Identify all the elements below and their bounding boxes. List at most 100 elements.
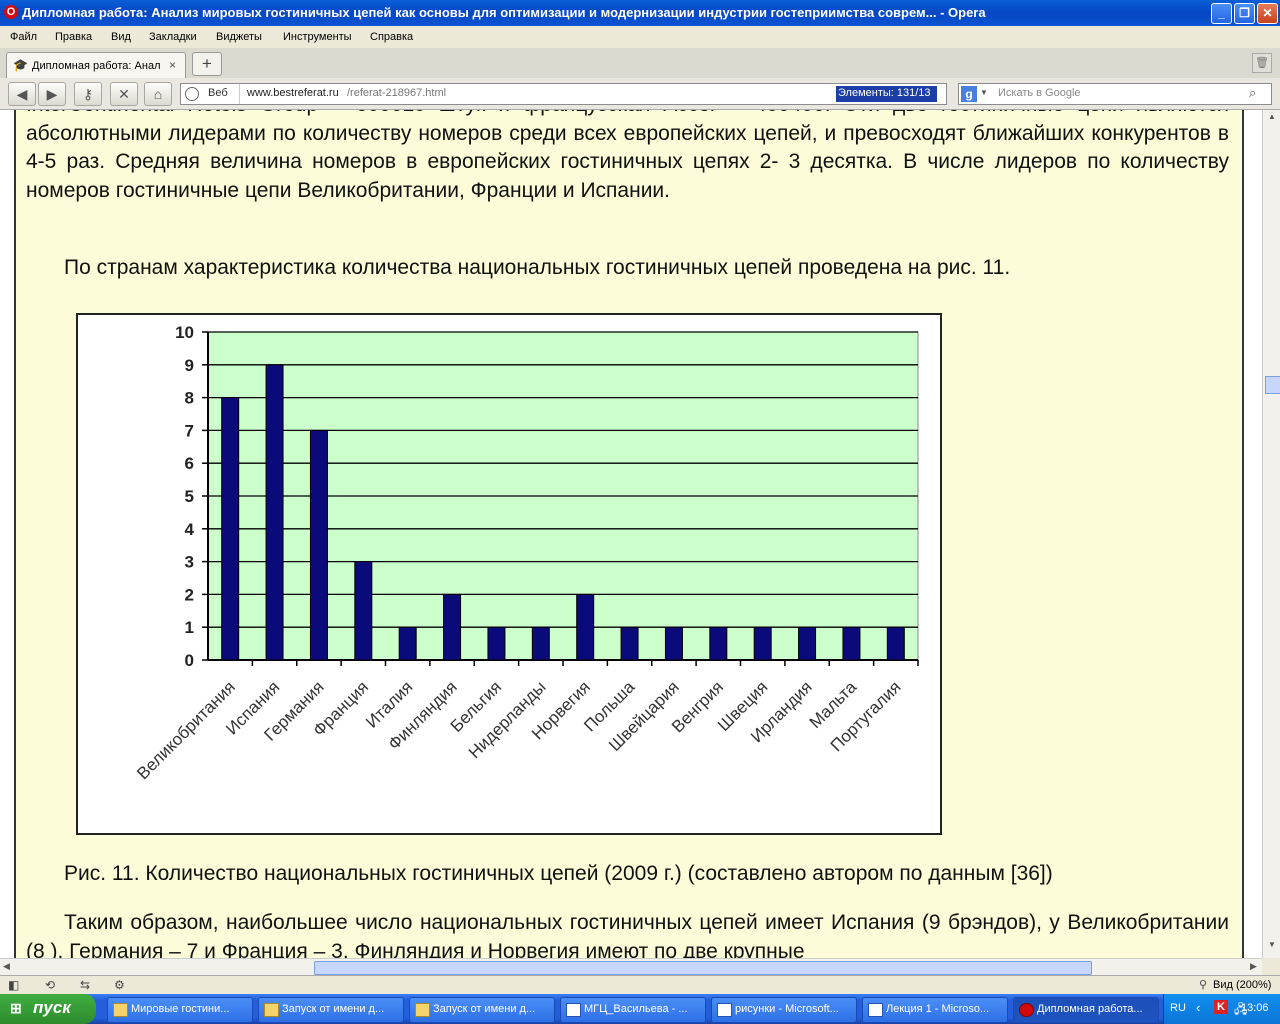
menu-tools[interactable]: Инструменты bbox=[283, 31, 352, 43]
menu-file[interactable]: Файл bbox=[10, 31, 37, 43]
google-icon[interactable]: g bbox=[961, 86, 977, 102]
minimize-button[interactable]: _ bbox=[1211, 3, 1232, 24]
menu-help[interactable]: Справка bbox=[370, 31, 413, 43]
start-button[interactable]: ⊞ пуск bbox=[0, 994, 96, 1024]
tab-bar: 🎓 Дипломная работа: Анал × + 🗑 bbox=[0, 48, 1280, 79]
vertical-scrollbar[interactable]: ▲ ▼ bbox=[1262, 110, 1280, 958]
scroll-left-icon[interactable]: ◀ bbox=[3, 961, 10, 972]
bar bbox=[443, 593, 462, 661]
title-bar: O Дипломная работа: Анализ мировых гости… bbox=[0, 0, 1280, 26]
url-field[interactable]: Веб www.bestreferat.ru /referat-218967.h… bbox=[180, 83, 947, 105]
bar bbox=[221, 397, 240, 661]
search-field[interactable]: g ▼ Искать в Google ⌕ bbox=[958, 83, 1272, 105]
tab-close-icon[interactable]: × bbox=[169, 58, 176, 72]
bar bbox=[886, 626, 905, 661]
maximize-button[interactable]: ❐ bbox=[1234, 3, 1255, 24]
task-item-4[interactable]: МГЦ_Васильева - ... bbox=[560, 997, 706, 1023]
window-title: Дипломная работа: Анализ мировых гостини… bbox=[22, 5, 986, 20]
zoom-icon: ⚲ bbox=[1199, 979, 1208, 991]
refresh-icon[interactable]: ⟲ bbox=[45, 978, 55, 992]
y-tick-label: 2 bbox=[185, 585, 194, 604]
share-icon[interactable]: ⇆ bbox=[80, 978, 90, 992]
windows-logo-icon: ⊞ bbox=[10, 1000, 22, 1016]
task-item-7[interactable]: Дипломная работа... bbox=[1013, 997, 1159, 1023]
opera-logo-icon: O bbox=[4, 5, 18, 19]
trash-icon[interactable]: 🗑 bbox=[1252, 53, 1272, 73]
folder-icon bbox=[113, 1003, 128, 1017]
zoom-level[interactable]: Вид (200%) bbox=[1213, 979, 1271, 991]
elements-counter[interactable]: Элементы: 131/13 bbox=[836, 86, 937, 102]
search-icon[interactable]: ⌕ bbox=[1249, 85, 1256, 101]
bar bbox=[487, 626, 506, 661]
bar bbox=[531, 626, 550, 661]
system-tray: RU ‹ K 🖧 13:06 bbox=[1163, 994, 1280, 1024]
task-item-1[interactable]: Мировые гостини... bbox=[107, 997, 253, 1023]
menu-bar: Файл Правка Вид Закладки Виджеты Инструм… bbox=[0, 26, 1280, 48]
folder-icon bbox=[415, 1003, 430, 1017]
menu-edit[interactable]: Правка bbox=[55, 31, 92, 43]
menu-widgets[interactable]: Виджеты bbox=[216, 31, 262, 43]
word-doc-icon bbox=[566, 1003, 581, 1017]
word-doc-icon bbox=[717, 1003, 732, 1017]
divider bbox=[239, 84, 240, 104]
task-item-2[interactable]: Запуск от имени д... bbox=[258, 997, 404, 1023]
scroll-thumb[interactable] bbox=[1265, 376, 1280, 394]
language-indicator[interactable]: RU bbox=[1170, 1002, 1186, 1014]
document-page: InterContinental Hotels Group – 600019 ш… bbox=[14, 110, 1244, 958]
home-button[interactable]: ⌂ bbox=[144, 82, 172, 106]
back-button[interactable]: ◀ bbox=[8, 82, 36, 106]
stop-button[interactable]: ✕ bbox=[110, 82, 138, 106]
folder-icon bbox=[264, 1003, 279, 1017]
scroll-up-icon[interactable]: ▲ bbox=[1265, 112, 1279, 126]
hscroll-thumb[interactable] bbox=[314, 961, 1092, 975]
y-tick-label: 7 bbox=[185, 421, 194, 440]
tray-arrow-icon[interactable]: ‹ bbox=[1196, 1000, 1200, 1015]
wand-key-button[interactable]: ⚷ bbox=[74, 82, 102, 106]
opera-icon bbox=[1019, 1003, 1034, 1017]
menu-bookmarks[interactable]: Закладки bbox=[149, 31, 197, 43]
bar bbox=[309, 429, 328, 661]
bar bbox=[354, 561, 373, 661]
tab-active[interactable]: 🎓 Дипломная работа: Анал × bbox=[6, 52, 186, 79]
bar bbox=[620, 626, 639, 661]
new-tab-button[interactable]: + bbox=[192, 52, 222, 76]
scroll-down-icon[interactable]: ▼ bbox=[1265, 940, 1279, 954]
scroll-right-icon[interactable]: ▶ bbox=[1250, 961, 1257, 972]
bar bbox=[842, 626, 861, 661]
antivirus-icon[interactable]: K bbox=[1214, 1000, 1228, 1014]
bar bbox=[664, 626, 683, 661]
taskbar: ⊞ пуск Мировые гостини... Запуск от имен… bbox=[0, 994, 1280, 1024]
settings-icon[interactable]: ⚙ bbox=[114, 978, 125, 992]
y-tick-label: 10 bbox=[175, 323, 194, 342]
start-label: пуск bbox=[33, 998, 71, 1017]
task-item-6[interactable]: Лекция 1 - Microso... bbox=[862, 997, 1008, 1023]
horizontal-scrollbar[interactable]: ◀ ▶ bbox=[0, 958, 1262, 976]
search-placeholder: Искать в Google bbox=[998, 87, 1081, 99]
y-tick-label: 3 bbox=[185, 553, 194, 572]
status-bar: ◧ ⟲ ⇆ ⚙ ⚲ Вид (200%) bbox=[0, 975, 1280, 995]
paragraph-3: Таким образом, наибольшее число национал… bbox=[26, 911, 1229, 958]
forward-button[interactable]: ▶ bbox=[38, 82, 66, 106]
chart-svg: 012345678910 ВеликобританияИспанияГерман… bbox=[133, 323, 919, 783]
y-tick-label: 9 bbox=[185, 356, 194, 375]
globe-icon bbox=[185, 87, 199, 101]
menu-view[interactable]: Вид bbox=[111, 31, 131, 43]
close-button[interactable]: ✕ bbox=[1257, 3, 1278, 24]
y-tick-label: 0 bbox=[185, 651, 194, 670]
y-tick-label: 4 bbox=[185, 520, 195, 539]
paragraph-1: InterContinental Hotels Group – 600019 ш… bbox=[26, 110, 1229, 202]
bar-chart: 0 1 2 3 4 5 6 7 8 9 10 Великобритания Испания Герман… bbox=[76, 313, 942, 835]
url-path: /referat-218967.html bbox=[347, 87, 447, 99]
panel-toggle-icon[interactable]: ◧ bbox=[8, 978, 19, 992]
chevron-down-icon[interactable]: ▼ bbox=[980, 88, 988, 97]
task-item-3[interactable]: Запуск от имени д... bbox=[409, 997, 555, 1023]
word-doc-icon bbox=[868, 1003, 883, 1017]
bar bbox=[753, 626, 772, 661]
url-domain: www.bestreferat.ru bbox=[247, 87, 339, 99]
tab-label: Дипломная работа: Анал bbox=[32, 60, 161, 72]
page-icon: 🎓 bbox=[13, 58, 28, 72]
address-toolbar: ◀ ▶ ⚷ ✕ ⌂ Веб www.bestreferat.ru /refera… bbox=[0, 78, 1280, 110]
web-label: Веб bbox=[208, 87, 228, 99]
task-item-5[interactable]: рисунки - Microsoft... bbox=[711, 997, 857, 1023]
figure-caption: Рис. 11. Количество национальных гостини… bbox=[64, 862, 1053, 885]
